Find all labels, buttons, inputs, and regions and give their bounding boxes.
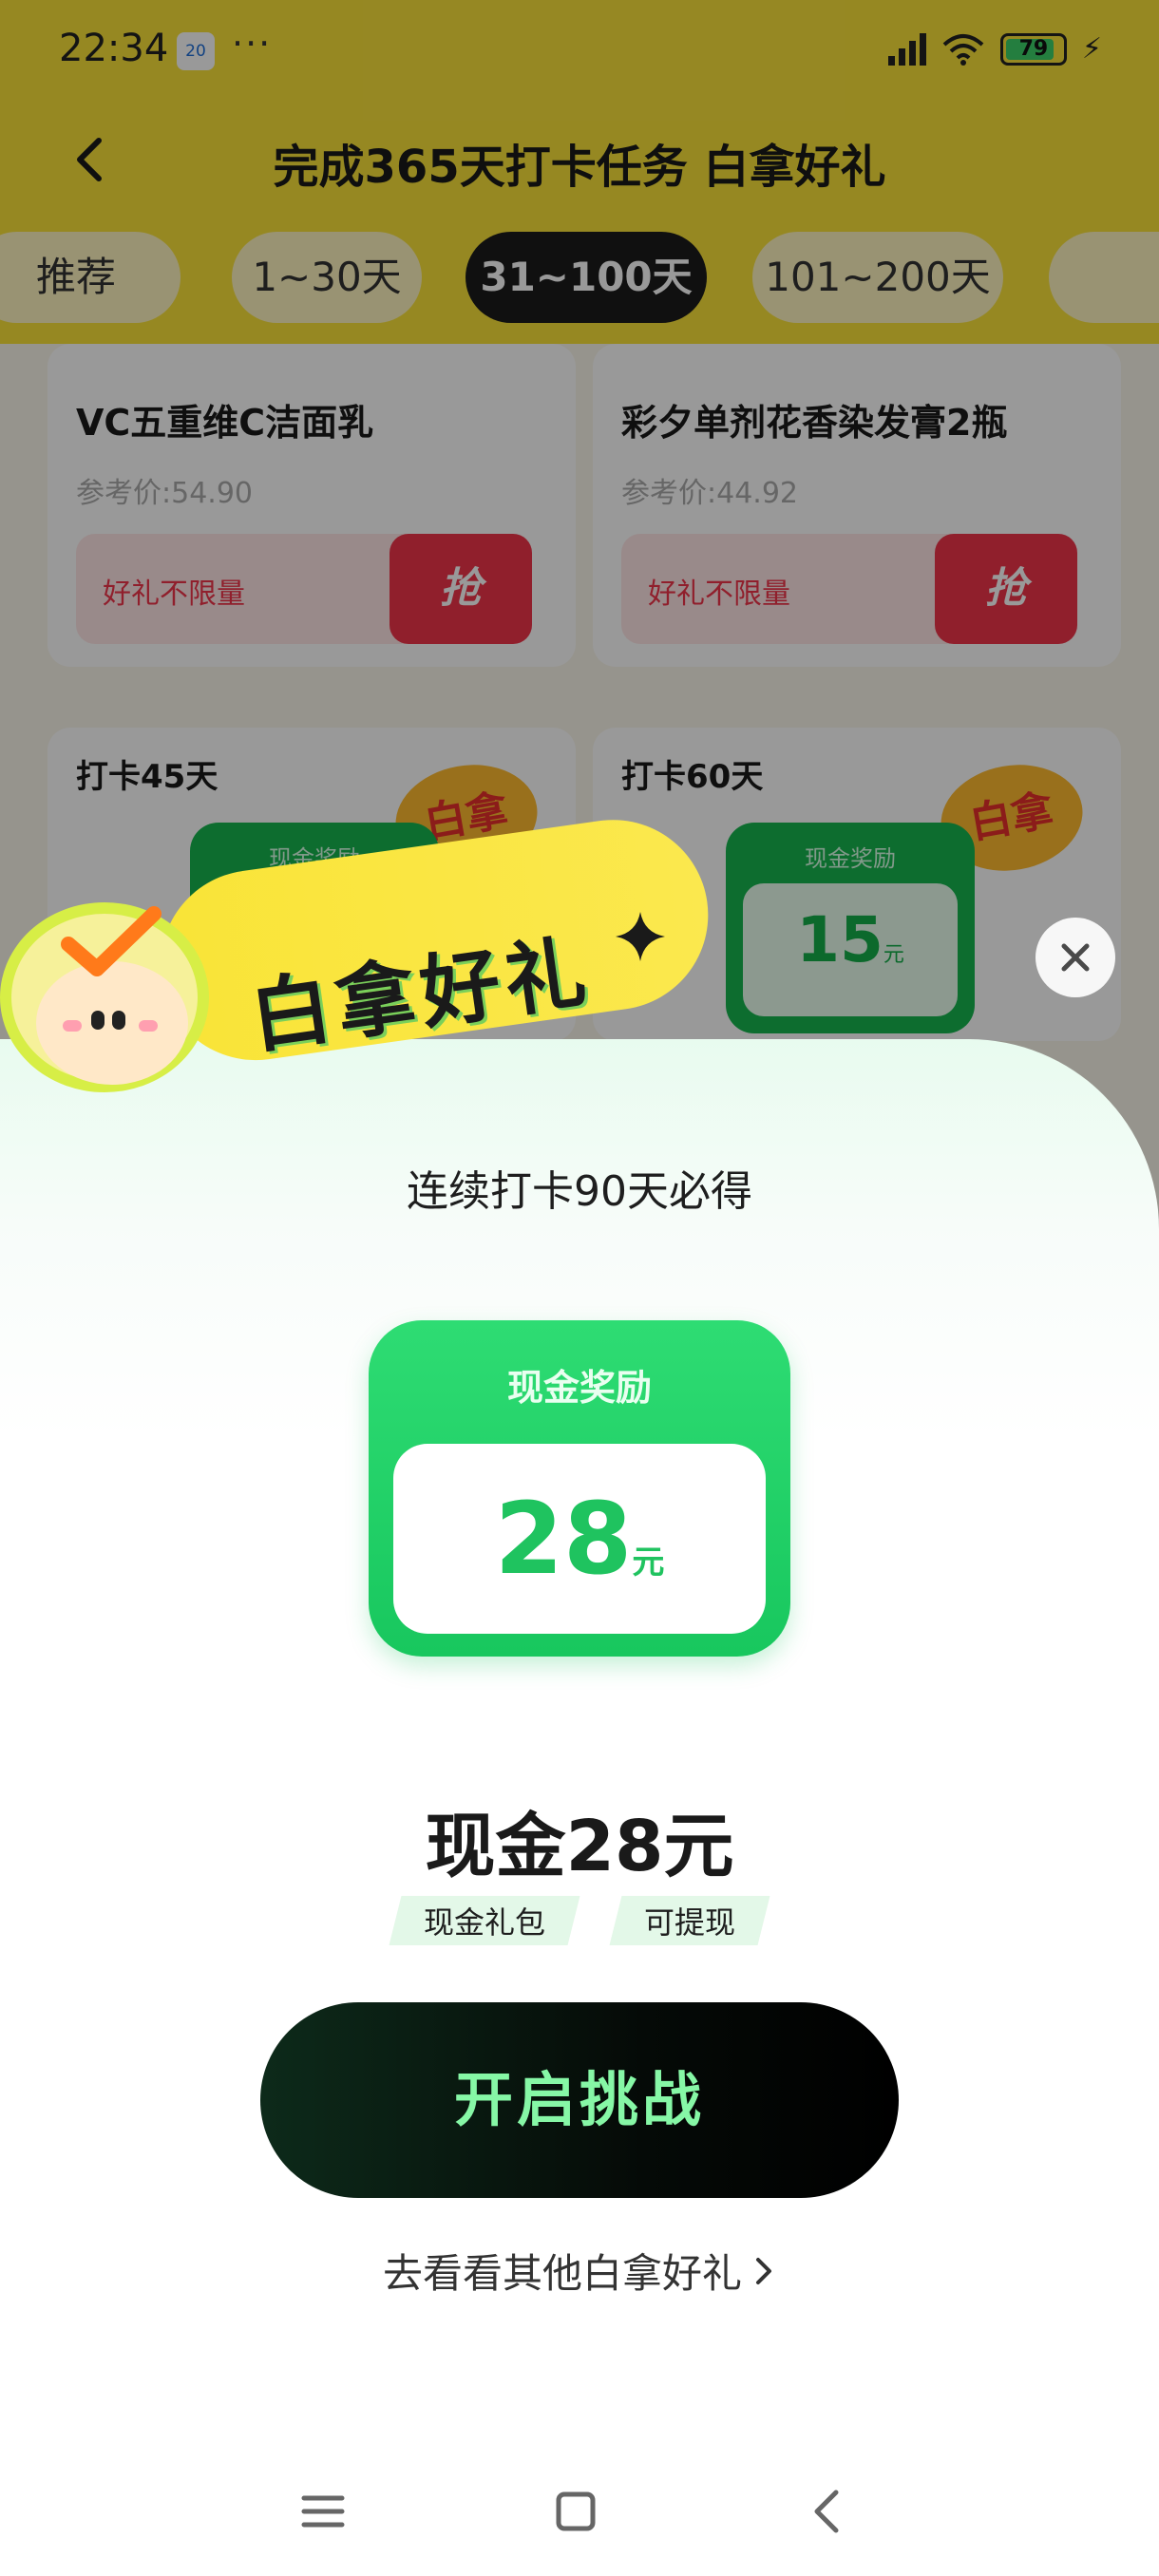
reward-tags: 现金礼包 可提现 [0, 1896, 1159, 1945]
sparkle-icon [616, 912, 665, 961]
reward-tag: 现金礼包 [389, 1896, 580, 1945]
banner: 白拿好礼 [0, 807, 722, 1130]
home-icon[interactable] [547, 2483, 604, 2540]
chevron-right-icon [756, 2257, 771, 2284]
close-icon [1061, 943, 1090, 972]
system-nav-bar [0, 2460, 1159, 2555]
other-rewards-link[interactable]: 去看看其他白拿好礼 [0, 2242, 1159, 2300]
mascot-icon [0, 902, 209, 1092]
system-back-icon[interactable] [800, 2483, 857, 2540]
reward-condition: 连续打卡90天必得 [407, 1167, 752, 1216]
start-challenge-label: 开启挑战 [453, 2065, 705, 2134]
cash-amount: 28 [494, 1481, 633, 1597]
cash-unit: 元 [632, 1544, 665, 1582]
menu-icon[interactable] [294, 2483, 352, 2540]
check-icon [61, 906, 162, 976]
other-rewards-label: 去看看其他白拿好礼 [382, 2250, 742, 2297]
close-button[interactable] [1036, 918, 1115, 997]
cash-reward-title: 现金奖励 [506, 1367, 652, 1409]
reward-tag: 可提现 [609, 1896, 770, 1945]
reward-headline: 现金28元 [425, 1806, 734, 1887]
start-challenge-button[interactable]: 开启挑战 [260, 2002, 899, 2198]
cash-reward-card: 现金奖励 28元 [369, 1320, 790, 1657]
